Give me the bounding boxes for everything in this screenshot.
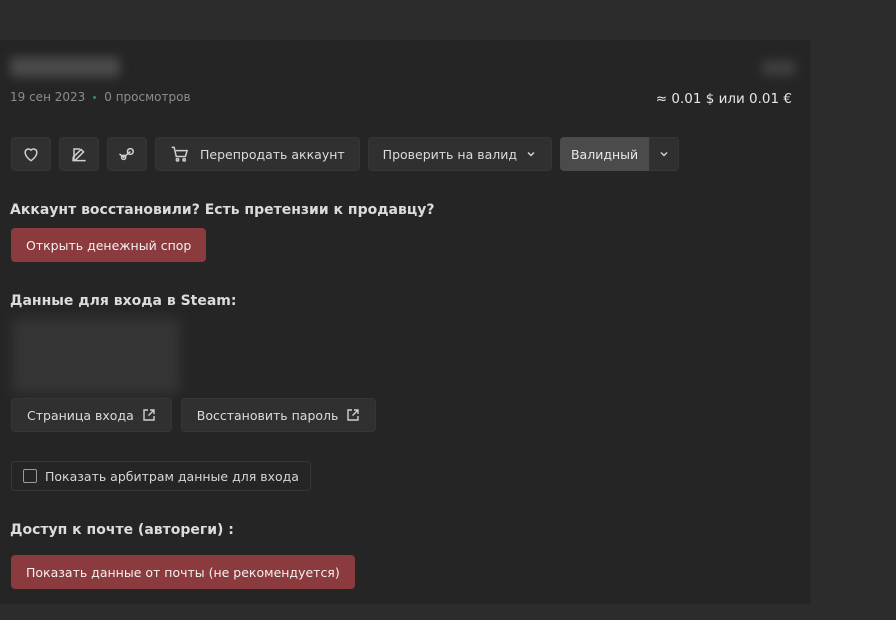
mail-access-heading: Доступ к почте (автореги) :	[10, 522, 234, 538]
price-label: ≈ 0.01 $ или 0.01 €	[655, 91, 792, 107]
login-page-label: Страница входа	[27, 407, 134, 423]
blurred-corner-badge	[762, 60, 796, 76]
blurred-credentials	[12, 318, 180, 394]
dispute-heading: Аккаунт восстановили? Есть претензии к п…	[10, 202, 435, 218]
check-valid-button[interactable]: Проверить на валид	[367, 137, 552, 171]
show-mail-data-button[interactable]: Показать данные от почты (не рекомендует…	[11, 555, 355, 589]
edit-button[interactable]	[59, 137, 99, 171]
open-dispute-button[interactable]: Открыть денежный спор	[11, 228, 207, 262]
favorite-button[interactable]	[11, 137, 51, 171]
resell-button[interactable]: Перепродать аккаунт	[155, 137, 360, 171]
status-label: Валидный	[570, 146, 639, 162]
resell-label: Перепродать аккаунт	[200, 146, 345, 162]
restore-password-button[interactable]: Восстановить пароль	[180, 398, 377, 432]
status-dropdown-button[interactable]	[649, 137, 680, 171]
arbiter-checkbox-row[interactable]: Показать арбитрам данные для входа	[11, 461, 311, 491]
arbiter-checkbox[interactable]	[23, 469, 37, 483]
chevron-down-icon	[660, 151, 668, 157]
arbiter-checkbox-label: Показать арбитрам данные для входа	[45, 468, 299, 484]
steam-link-row: Страница входа Восстановить пароль	[11, 398, 377, 432]
external-link-icon	[143, 409, 155, 421]
steam-icon	[119, 147, 134, 161]
external-link-icon	[347, 409, 360, 421]
cart-icon	[171, 146, 189, 162]
steam-login-heading: Данные для входа в Steam:	[10, 293, 237, 309]
edit-icon	[72, 148, 86, 162]
status-split-button: Валидный	[559, 137, 680, 171]
separator-dot	[93, 95, 97, 99]
heart-icon	[24, 148, 38, 162]
status-button[interactable]: Валидный	[559, 137, 650, 171]
post-date: 19 сен 2023	[10, 90, 86, 104]
login-page-button[interactable]: Страница входа	[11, 398, 172, 432]
meta-line: 19 сен 2023 0 просмотров	[10, 90, 191, 104]
check-valid-label: Проверить на валид	[382, 146, 517, 162]
restore-password-label: Восстановить пароль	[196, 407, 339, 423]
chevron-down-icon	[527, 151, 535, 157]
steam-button[interactable]	[107, 137, 147, 171]
view-count: 0 просмотров	[104, 90, 191, 104]
action-toolbar: Перепродать аккаунт Проверить на валид В…	[11, 137, 680, 171]
blurred-title	[10, 57, 120, 77]
